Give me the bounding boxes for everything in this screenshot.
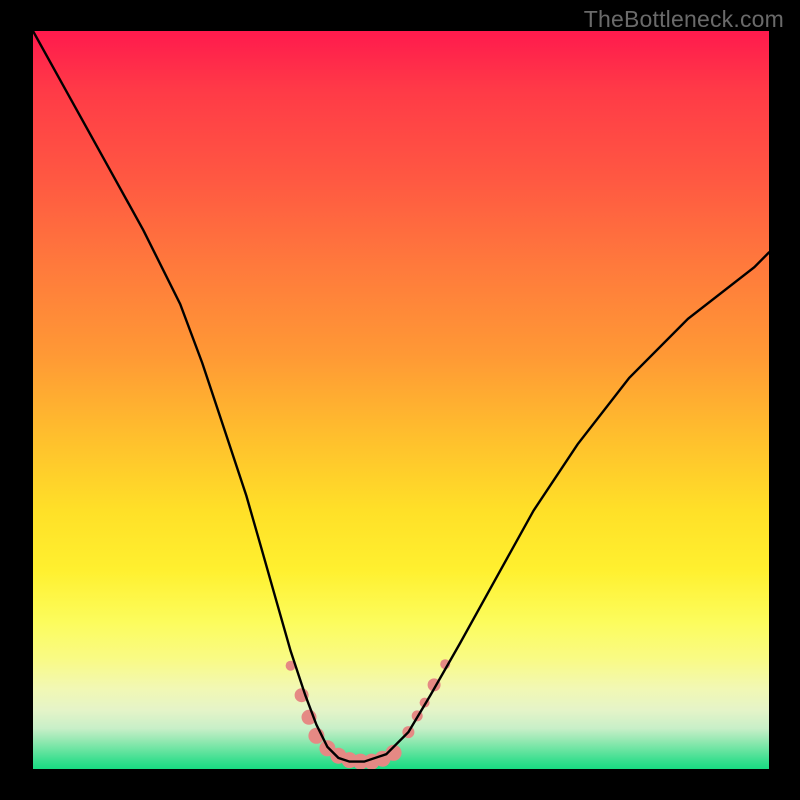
chart-overlay [33,31,769,769]
bottleneck-curve [33,31,769,762]
chart-frame: TheBottleneck.com [0,0,800,800]
watermark-text: TheBottleneck.com [584,6,784,33]
highlight-markers [286,659,451,769]
